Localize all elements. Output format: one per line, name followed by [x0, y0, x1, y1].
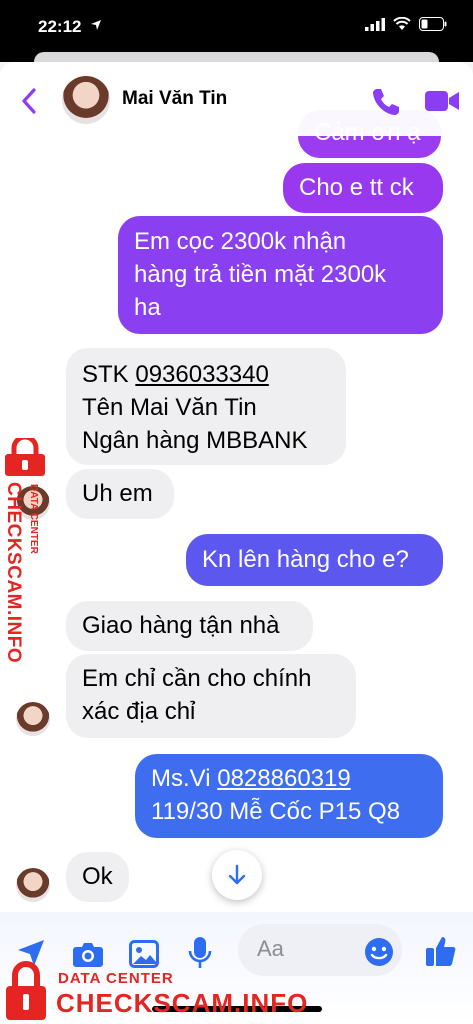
message-bubble-outgoing[interactable]: Ms.Vi 0828860319 119/30 Mễ Cốc P15 Q8 [135, 754, 443, 838]
watermark-label-text: DATA CENTER [28, 484, 39, 554]
message-line: xác địa chỉ [82, 698, 196, 725]
watermark-bottom-brand: CHECKSCAM.INFO [56, 988, 309, 1018]
battery-icon [419, 17, 447, 31]
watermark-brand-text: CHECKSCAM.INFO [3, 482, 24, 664]
message-line: STK 0936033340 [82, 358, 330, 391]
watermark-side-label: DATA CENTER [28, 484, 42, 574]
lock-icon [5, 438, 45, 476]
message-text: Ok [82, 863, 113, 890]
emoji-icon[interactable] [364, 937, 394, 967]
message-line: Ms.Vi 0828860319 [151, 762, 427, 795]
wifi-icon [393, 17, 411, 30]
avatar [16, 868, 50, 902]
arrow-down-icon [228, 864, 246, 885]
message-line: Tên Mai Văn Tin [82, 394, 257, 421]
message-bubble-outgoing[interactable]: Em cọc 2300k nhận hàng trả tiền mặt 2300… [118, 216, 443, 334]
message-text: Uh em [82, 480, 153, 507]
phone-number-link[interactable]: 0828860319 [217, 765, 350, 792]
lock-icon [6, 961, 46, 1020]
back-chevron-icon[interactable] [18, 86, 42, 116]
contact-name[interactable]: Mai Văn Tin [122, 88, 227, 110]
message-text: Giao hàng tận nhà [82, 612, 280, 639]
message-line: Em cọc 2300k nhận [134, 228, 347, 255]
location-arrow-icon [91, 20, 101, 30]
message-input-placeholder: Aa [257, 936, 284, 961]
message-line: 119/30 Mễ Cốc P15 Q8 [151, 798, 401, 825]
camera-icon[interactable] [72, 940, 104, 968]
message-bubble-outgoing[interactable]: Kn lên hàng cho e? [186, 534, 443, 586]
message-bubble-incoming[interactable]: Em chỉ cần cho chính xác địa chỉ [66, 654, 356, 738]
avatar [16, 702, 50, 736]
ms-label: Ms.Vi [151, 765, 218, 792]
image-icon[interactable] [129, 940, 159, 968]
message-text: Cho e tt ck [299, 174, 414, 201]
message-bubble-incoming[interactable]: STK 0936033340 Tên Mai Văn Tin Ngân hàng… [66, 348, 346, 465]
message-line: ha [134, 294, 161, 321]
contact-avatar[interactable] [62, 76, 110, 124]
video-icon[interactable] [424, 88, 460, 114]
like-icon[interactable] [424, 934, 458, 968]
message-bubble-incoming[interactable]: Giao hàng tận nhà [66, 601, 313, 651]
status-time: 22:12 [38, 17, 82, 36]
signal-icon [365, 17, 385, 31]
message-bubble-outgoing[interactable]: Cho e tt ck [283, 163, 443, 213]
microphone-icon[interactable] [188, 936, 212, 970]
scroll-to-bottom-button[interactable] [212, 850, 262, 900]
watermark-bottom-label: DATA CENTER [58, 970, 174, 987]
message-line: hàng trả tiền mặt 2300k [134, 261, 387, 288]
account-number-link[interactable]: 0936033340 [135, 361, 268, 388]
message-line: Ngân hàng MBBANK [82, 427, 308, 454]
message-text: Kn lên hàng cho e? [202, 546, 409, 573]
watermark-side-brand: CHECKSCAM.INFO [2, 482, 26, 664]
message-bubble-incoming[interactable]: Uh em [66, 469, 174, 519]
message-line: Em chỉ cần cho chính [82, 665, 312, 692]
message-bubble-incoming[interactable]: Ok [66, 852, 129, 902]
stk-label: STK [82, 361, 136, 388]
phone-icon[interactable] [370, 86, 402, 118]
